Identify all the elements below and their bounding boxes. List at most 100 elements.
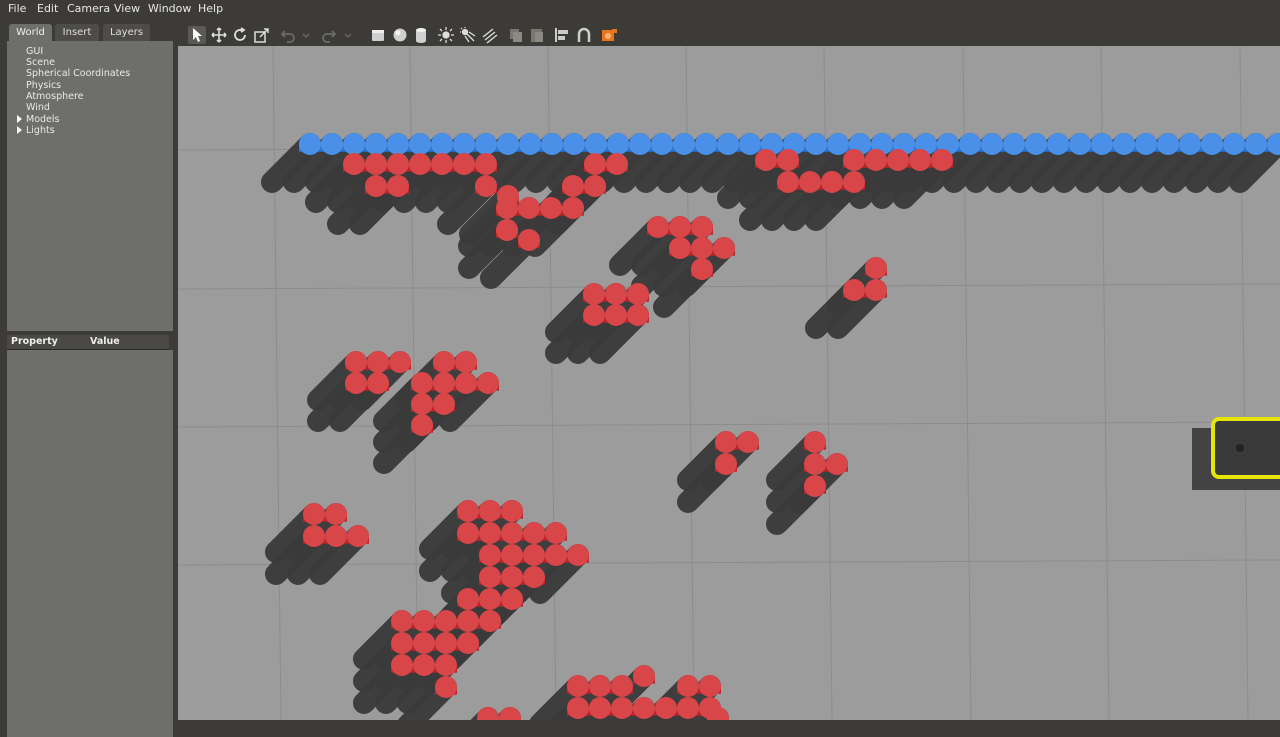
point-light-icon[interactable] xyxy=(437,26,455,44)
spot-light-icon[interactable] xyxy=(459,26,477,44)
cylinder-top xyxy=(433,372,455,394)
tree-item-models[interactable]: Models xyxy=(17,114,60,125)
cylinder-top xyxy=(655,697,677,719)
align-icon[interactable] xyxy=(553,26,571,44)
expand-arrow-icon[interactable] xyxy=(17,126,22,134)
paste-icon[interactable] xyxy=(528,26,546,44)
menu-view[interactable]: View xyxy=(114,2,140,15)
tab-layers[interactable]: Layers xyxy=(103,24,150,41)
menu-camera[interactable]: Camera xyxy=(67,2,110,15)
cylinder-top xyxy=(777,171,799,193)
cylinder-top xyxy=(715,431,737,453)
cylinder-top xyxy=(804,431,826,453)
cylinder-top xyxy=(479,522,501,544)
cylinder-top xyxy=(409,133,431,155)
scene-render[interactable] xyxy=(178,46,1280,720)
tree-item-physics[interactable]: Physics xyxy=(26,80,61,91)
cylinder-top xyxy=(457,610,479,632)
cylinder-top xyxy=(343,133,365,155)
cylinder-top xyxy=(584,175,606,197)
cylinder-top xyxy=(1135,133,1157,155)
cylinder-top xyxy=(1179,133,1201,155)
cylinder-top xyxy=(1201,133,1223,155)
tree-item-gui[interactable]: GUI xyxy=(26,46,43,57)
directional-light-icon[interactable] xyxy=(480,26,498,44)
cylinder-top xyxy=(691,216,713,238)
menu-file[interactable]: File xyxy=(8,2,26,15)
cylinder-top xyxy=(411,393,433,415)
rotate-mode-icon[interactable] xyxy=(231,26,249,44)
cylinder-top xyxy=(541,133,563,155)
tab-insert[interactable]: Insert xyxy=(55,24,99,41)
tree-item-scene[interactable]: Scene xyxy=(26,57,55,68)
redo-icon[interactable] xyxy=(320,26,338,44)
tree-item-label: Lights xyxy=(26,125,55,136)
cylinder-top xyxy=(633,665,655,687)
cylinder-top xyxy=(887,149,909,171)
cylinder-top xyxy=(479,588,501,610)
cylinder-top xyxy=(343,153,365,175)
cylinder-top xyxy=(435,610,457,632)
cylinder-top xyxy=(387,175,409,197)
menu-window[interactable]: Window xyxy=(148,2,191,15)
cylinder-top xyxy=(518,229,540,251)
3d-viewport[interactable] xyxy=(178,46,1280,720)
cylinder-top xyxy=(321,133,343,155)
cylinder-top xyxy=(584,153,606,175)
scale-mode-icon[interactable] xyxy=(253,26,271,44)
cylinder-top xyxy=(435,632,457,654)
tree-item-lights[interactable]: Lights xyxy=(17,125,55,136)
cylinder-top xyxy=(805,133,827,155)
value-column-header: Value xyxy=(90,336,120,347)
select-mode-icon[interactable] xyxy=(188,26,206,44)
cylinder-top xyxy=(479,544,501,566)
expand-arrow-icon[interactable] xyxy=(17,115,22,123)
sphere-shape-icon[interactable] xyxy=(391,26,409,44)
property-column-header: Property xyxy=(11,336,58,347)
cylinder-top xyxy=(477,707,499,720)
cylinder-top xyxy=(545,544,567,566)
toolbar xyxy=(180,24,1280,46)
world-tree: GUI Scene Spherical Coordinates Physics … xyxy=(7,41,173,331)
tab-world[interactable]: World xyxy=(9,24,52,41)
cylinder-top xyxy=(629,133,651,155)
translate-mode-icon[interactable] xyxy=(210,26,228,44)
property-panel xyxy=(7,350,173,737)
cylinder-shape-icon[interactable] xyxy=(412,26,430,44)
cylinder-top xyxy=(583,283,605,305)
cylinder-top xyxy=(501,500,523,522)
cylinder-top xyxy=(865,279,887,301)
cylinder-top xyxy=(677,675,699,697)
tree-item-spherical-coordinates[interactable]: Spherical Coordinates xyxy=(26,68,130,79)
redo-dropdown-icon[interactable] xyxy=(343,26,353,44)
cylinder-top xyxy=(501,588,523,610)
cylinder-top xyxy=(737,431,759,453)
cylinder-top xyxy=(1025,133,1047,155)
cylinder-top xyxy=(715,453,737,475)
box-shape-icon[interactable] xyxy=(369,26,387,44)
cylinder-top xyxy=(389,351,411,373)
cylinder-top xyxy=(647,216,669,238)
cylinder-top xyxy=(865,257,887,279)
undo-dropdown-icon[interactable] xyxy=(301,26,311,44)
cylinder-top xyxy=(479,566,501,588)
cylinder-top xyxy=(501,544,523,566)
cylinder-top xyxy=(365,175,387,197)
tree-item-atmosphere[interactable]: Atmosphere xyxy=(26,91,84,102)
cylinder-top xyxy=(431,153,453,175)
cylinder-top xyxy=(391,654,413,676)
copy-icon[interactable] xyxy=(507,26,525,44)
screenshot-icon[interactable] xyxy=(600,26,618,44)
tree-item-wind[interactable]: Wind xyxy=(26,102,50,113)
menu-help[interactable]: Help xyxy=(198,2,223,15)
cylinder-top xyxy=(567,675,589,697)
menu-edit[interactable]: Edit xyxy=(37,2,58,15)
cylinder-top xyxy=(843,149,865,171)
cylinder-top xyxy=(699,675,721,697)
undo-icon[interactable] xyxy=(279,26,297,44)
tree-item-label: Models xyxy=(26,114,60,125)
snap-icon[interactable] xyxy=(575,26,593,44)
left-panel: World Insert Layers GUI Scene Spherical … xyxy=(0,17,176,737)
cylinder-top xyxy=(453,153,475,175)
cylinder-top xyxy=(519,133,541,155)
